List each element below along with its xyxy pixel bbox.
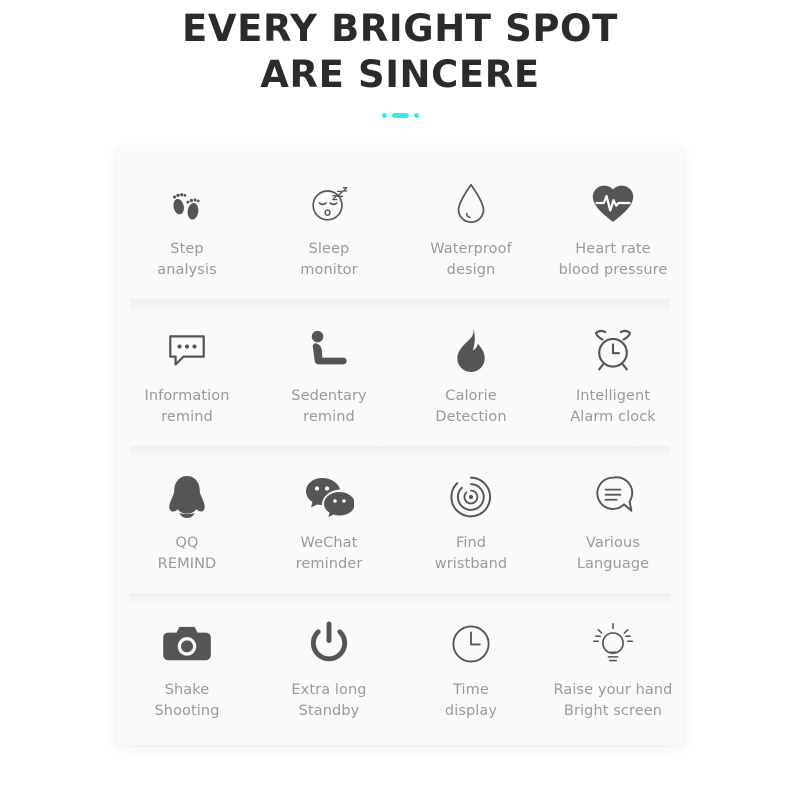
feature-item-time-display[interactable]: Time display (400, 594, 542, 741)
feature-row: Information remind Sedentary remind Calo… (116, 298, 684, 447)
feature-item-extra-long-standby[interactable]: Extra long Standby (258, 594, 400, 741)
feature-item-label: Raise your hand Bright screen (553, 681, 673, 719)
clock-icon (449, 620, 493, 668)
feature-item-find-wristband[interactable]: Find wristband (400, 447, 542, 594)
feature-item-label: Sedentary remind (291, 387, 367, 425)
sleeping-face-icon (305, 179, 353, 227)
feature-item-label: Intelligent Alarm clock (570, 387, 656, 425)
feature-item-label: Waterproof design (430, 240, 512, 278)
feature-row: QQ REMIND WeChat reminder Find wristband… (116, 445, 684, 594)
features-card: Step analysis Sleep monitor Waterproof d… (116, 146, 684, 745)
page-title-line2: ARE SINCERE (260, 52, 540, 96)
wechat-bubbles-icon (304, 473, 354, 521)
flame-icon (453, 326, 489, 374)
feature-item-qq-remind[interactable]: QQ REMIND (116, 447, 258, 594)
title-divider-dashes (381, 111, 419, 121)
concentric-rings-icon (448, 473, 494, 521)
speech-bubble-lines-icon (590, 473, 636, 521)
feature-item-step-analysis[interactable]: Step analysis (116, 153, 258, 300)
feature-item-various-language[interactable]: Various Language (542, 447, 684, 594)
divider-dash-right (413, 113, 419, 119)
feature-item-label: Extra long Standby (291, 681, 367, 719)
seated-person-icon (305, 326, 353, 374)
feature-item-label: Information remind (144, 387, 230, 425)
features-grid: Step analysis Sleep monitor Waterproof d… (116, 153, 684, 741)
feature-item-heart-rate[interactable]: Heart rate blood pressure (542, 153, 684, 300)
footprints-icon (164, 179, 210, 227)
feature-item-label: Calorie Detection (435, 387, 507, 425)
page-title-line1: EVERY BRIGHT SPOT (182, 7, 618, 50)
divider-dash-left (381, 113, 387, 119)
feature-item-calorie-detection[interactable]: Calorie Detection (400, 300, 542, 447)
page-header: EVERY BRIGHT SPOT ARE SINCERE (0, 0, 800, 121)
feature-item-intelligent-alarm-clock[interactable]: Intelligent Alarm clock (542, 300, 684, 447)
feature-item-label: Step analysis (157, 240, 217, 278)
feature-item-raise-hand-bright-screen[interactable]: Raise your hand Bright screen (542, 594, 684, 741)
feature-row: Step analysis Sleep monitor Waterproof d… (116, 153, 684, 300)
speech-bubble-dots-icon (165, 326, 209, 374)
feature-row: Shake Shooting Extra long Standby Time d… (116, 592, 684, 741)
feature-item-label: QQ REMIND (157, 534, 217, 572)
water-droplet-icon (451, 179, 491, 227)
light-bulb-icon (590, 620, 636, 668)
feature-item-label: Shake Shooting (154, 681, 220, 719)
camera-icon (163, 620, 211, 668)
feature-item-wechat-reminder[interactable]: WeChat reminder (258, 447, 400, 594)
feature-item-sleep-monitor[interactable]: Sleep monitor (258, 153, 400, 300)
feature-item-label: Time display (444, 681, 498, 719)
feature-grid-page: EVERY BRIGHT SPOT ARE SINCERE Step analy… (0, 0, 800, 800)
feature-item-label: Find wristband (434, 534, 508, 572)
alarm-clock-icon (590, 326, 636, 374)
power-icon (308, 620, 350, 668)
divider-dash-center (391, 113, 409, 119)
feature-item-label: Sleep monitor (300, 240, 358, 278)
feature-item-sedentary-remind[interactable]: Sedentary remind (258, 300, 400, 447)
qq-penguin-icon (166, 473, 208, 521)
feature-item-information-remind[interactable]: Information remind (116, 300, 258, 447)
feature-item-label: Heart rate blood pressure (558, 240, 668, 278)
feature-item-label: Various Language (576, 534, 650, 572)
feature-item-shake-shooting[interactable]: Shake Shooting (116, 594, 258, 741)
page-title: EVERY BRIGHT SPOT ARE SINCERE (182, 6, 618, 98)
heart-pulse-icon (590, 179, 636, 227)
feature-item-label: WeChat reminder (295, 534, 363, 572)
feature-item-waterproof-design[interactable]: Waterproof design (400, 153, 542, 300)
